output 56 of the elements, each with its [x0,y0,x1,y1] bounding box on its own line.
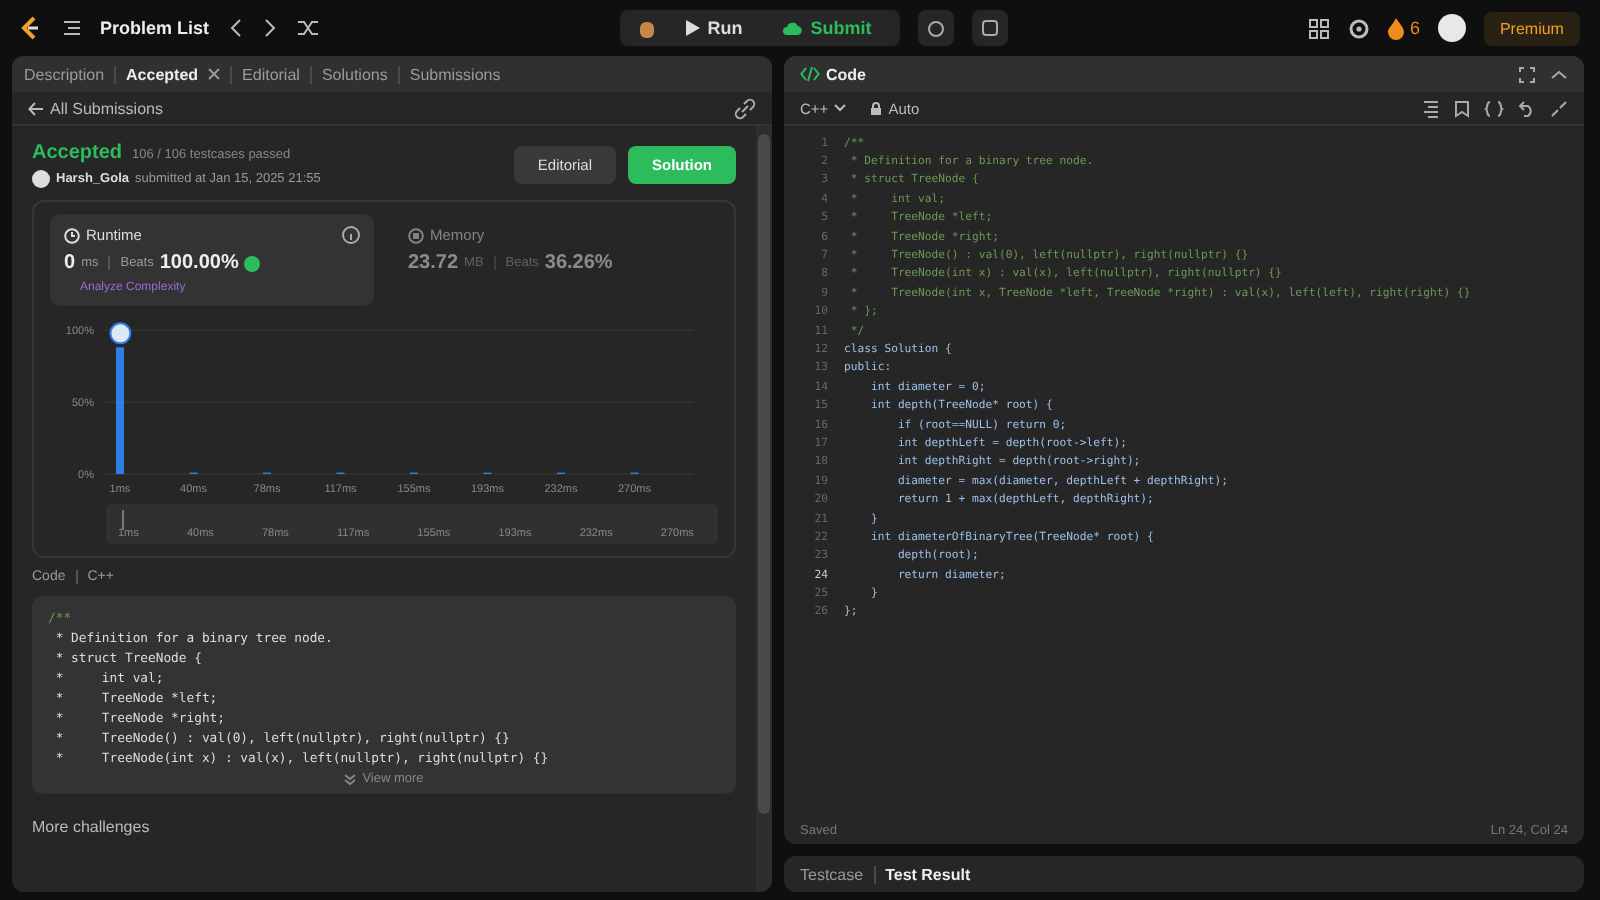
bookmark-icon[interactable] [1454,99,1470,117]
chevron-down-icon[interactable] [834,104,847,112]
badge-icon [244,255,261,271]
back-arrow-icon[interactable] [28,101,44,115]
alarm-button[interactable] [917,10,954,46]
lock-icon [870,101,883,115]
runtime-bar [116,347,124,474]
alarm-clock-icon[interactable] [925,18,946,38]
list-icon [62,18,82,38]
memory-beats: 36.26% [544,252,613,274]
info-icon[interactable] [342,226,360,244]
panel-tab[interactable]: Editorial [242,61,300,87]
status-text: Accepted [32,142,123,164]
panel-tab[interactable]: Test Result [885,861,971,887]
code-icon [800,66,820,82]
note-button[interactable] [971,10,1008,46]
runtime-value: 0 [64,252,76,274]
memory-value: 23.72 [408,252,459,274]
logo-icon[interactable] [16,14,44,42]
streak-count: 6 [1409,18,1420,38]
avatar-icon [32,170,50,188]
panel-title: Code [826,65,866,83]
cloud-upload-icon[interactable] [782,20,803,36]
format-icon[interactable] [1422,99,1440,117]
chip-icon [408,227,424,243]
play-icon[interactable] [685,20,700,36]
your-result-marker [109,322,132,345]
panel-tab[interactable]: Accepted [126,61,199,87]
shuffle-icon[interactable] [295,18,320,38]
panel-tab[interactable]: Description [24,61,105,87]
close-icon[interactable] [208,68,221,80]
collapse-icon[interactable] [1550,65,1568,83]
undo-icon[interactable] [1518,99,1536,117]
fullscreen-icon[interactable] [1518,65,1536,83]
submit-button[interactable]: Submit [770,16,884,40]
premium-button[interactable]: Premium [1483,11,1580,45]
scrollbar[interactable] [756,126,772,892]
clock-icon [64,227,80,243]
more-challenges-heading: More challenges [32,816,152,836]
chevron-right-icon[interactable] [261,18,278,38]
link-icon[interactable] [734,97,756,119]
panel-tab[interactable]: Testcase [800,861,864,887]
braces-icon[interactable] [1484,99,1504,117]
panel-tab[interactable]: Solutions [321,61,388,87]
flame-icon [1387,17,1404,39]
panel-tab[interactable]: Submissions [409,61,501,87]
back-link[interactable]: All Submissions [50,99,163,117]
problem-list-link[interactable]: Problem List [100,18,210,38]
chevron-left-icon[interactable] [227,18,244,38]
run-button[interactable]: Run [673,16,755,40]
runtime-beats: 100.00% [159,252,239,274]
grid-icon[interactable] [1307,17,1330,39]
note-icon[interactable] [979,18,1000,38]
settings-icon[interactable] [1347,17,1370,39]
avatar-icon[interactable] [1437,14,1466,42]
double-chevron-icon[interactable] [344,773,357,785]
